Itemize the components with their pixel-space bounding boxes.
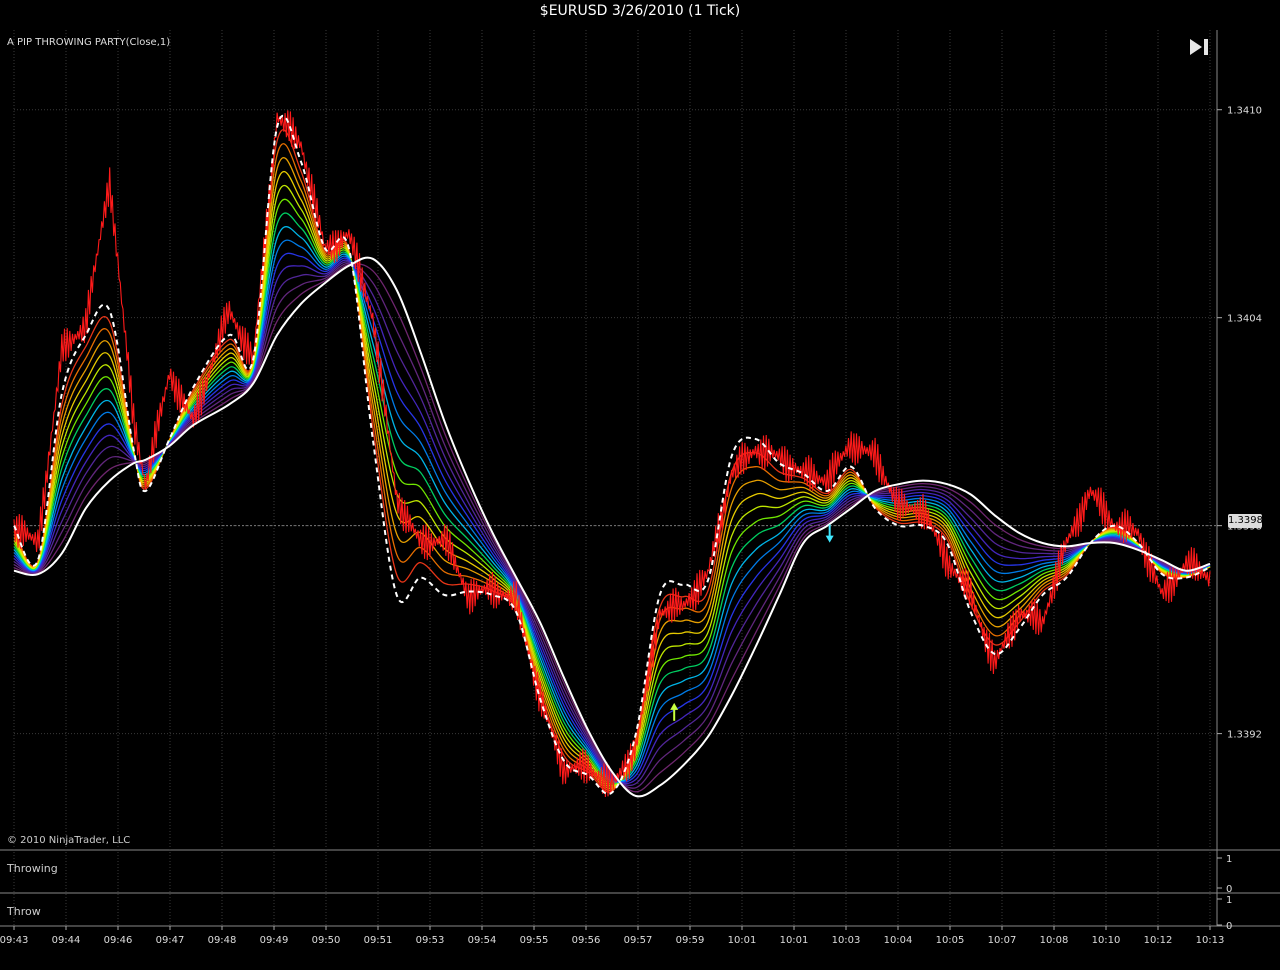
panel-label-throwing: Throwing [7, 862, 58, 875]
x-tick-label: 09:48 [208, 935, 237, 946]
x-tick-label: 09:51 [364, 935, 393, 946]
x-tick-label: 09:59 [676, 935, 705, 946]
x-tick-label: 10:08 [1040, 935, 1069, 946]
x-tick-label: 09:55 [520, 935, 549, 946]
indicator-label: A PIP THROWING PARTY(Close,1) [7, 37, 171, 48]
ribbon-line-6 [13, 198, 1211, 785]
copyright-label: © 2010 NinjaTrader, LLC [7, 835, 131, 846]
x-tick-label: 10:13 [1196, 935, 1225, 946]
x-tick-label: 10:04 [884, 935, 913, 946]
ribbon-line-7 [13, 212, 1211, 784]
panel-tick-label: 1 [1226, 854, 1232, 865]
x-tick-label: 10:01 [728, 935, 757, 946]
x-tick-label: 10:12 [1144, 935, 1173, 946]
grid [0, 30, 1280, 927]
x-tick-label: 10:05 [936, 935, 965, 946]
slow-ma-line [13, 256, 1211, 798]
ma-lines [13, 114, 1211, 798]
panel-tick-label: 1 [1226, 895, 1232, 906]
x-tick-label: 09:50 [312, 935, 341, 946]
panel-label-throw: Throw [7, 905, 41, 918]
x-tick-label: 09:46 [104, 935, 133, 946]
price-series [13, 110, 1211, 798]
panel-tick-label: 0 [1226, 921, 1232, 932]
last-price-marker: 1.3398 [1228, 514, 1263, 528]
ribbon-line-8 [13, 226, 1211, 783]
ribbon-line-4 [13, 171, 1211, 788]
ribbon-line-9 [13, 239, 1211, 783]
x-tick-label: 09:57 [624, 935, 653, 946]
x-tick-label: 10:07 [988, 935, 1017, 946]
x-tick-label: 09:44 [52, 935, 81, 946]
ribbon-line-11 [13, 259, 1211, 785]
y-tick-label: 1.3392 [1227, 730, 1262, 741]
x-tick-label: 09:47 [156, 935, 185, 946]
ribbon-line-1 [13, 129, 1211, 793]
price-line [13, 110, 1211, 798]
ribbon-line-3 [13, 157, 1211, 790]
panel-tick-label: 0 [1226, 884, 1232, 895]
y-tick-label: 1.3410 [1227, 106, 1262, 117]
ribbon-line-14 [13, 263, 1211, 793]
x-tick-label: 10:10 [1092, 935, 1121, 946]
x-tick-label: 09:49 [260, 935, 289, 946]
ribbon-line-5 [13, 184, 1211, 787]
x-tick-label: 09:53 [416, 935, 445, 946]
ribbon-line-2 [13, 143, 1211, 792]
chart-canvas[interactable]: 09:43 09:44 09:46 09:47 09:48 09:49 09:50 09:51… [0, 0, 1280, 970]
fast-ma-dashed-line [13, 114, 1211, 795]
x-tick-label: 10:01 [780, 935, 809, 946]
ribbon-line-12 [13, 261, 1211, 787]
sell-arrow-icon [825, 524, 834, 543]
play-end-icon [1190, 39, 1208, 55]
x-tick-label: 09:54 [468, 935, 497, 946]
ribbon-line-10 [13, 252, 1211, 783]
x-tick-label: 09:43 [0, 935, 28, 946]
x-tick-label: 09:56 [572, 935, 601, 946]
scroll-to-end-icon[interactable] [1188, 38, 1212, 56]
x-tick-label: 10:03 [832, 935, 861, 946]
y-tick-label: 1.3404 [1227, 314, 1262, 325]
ribbon [13, 129, 1211, 793]
